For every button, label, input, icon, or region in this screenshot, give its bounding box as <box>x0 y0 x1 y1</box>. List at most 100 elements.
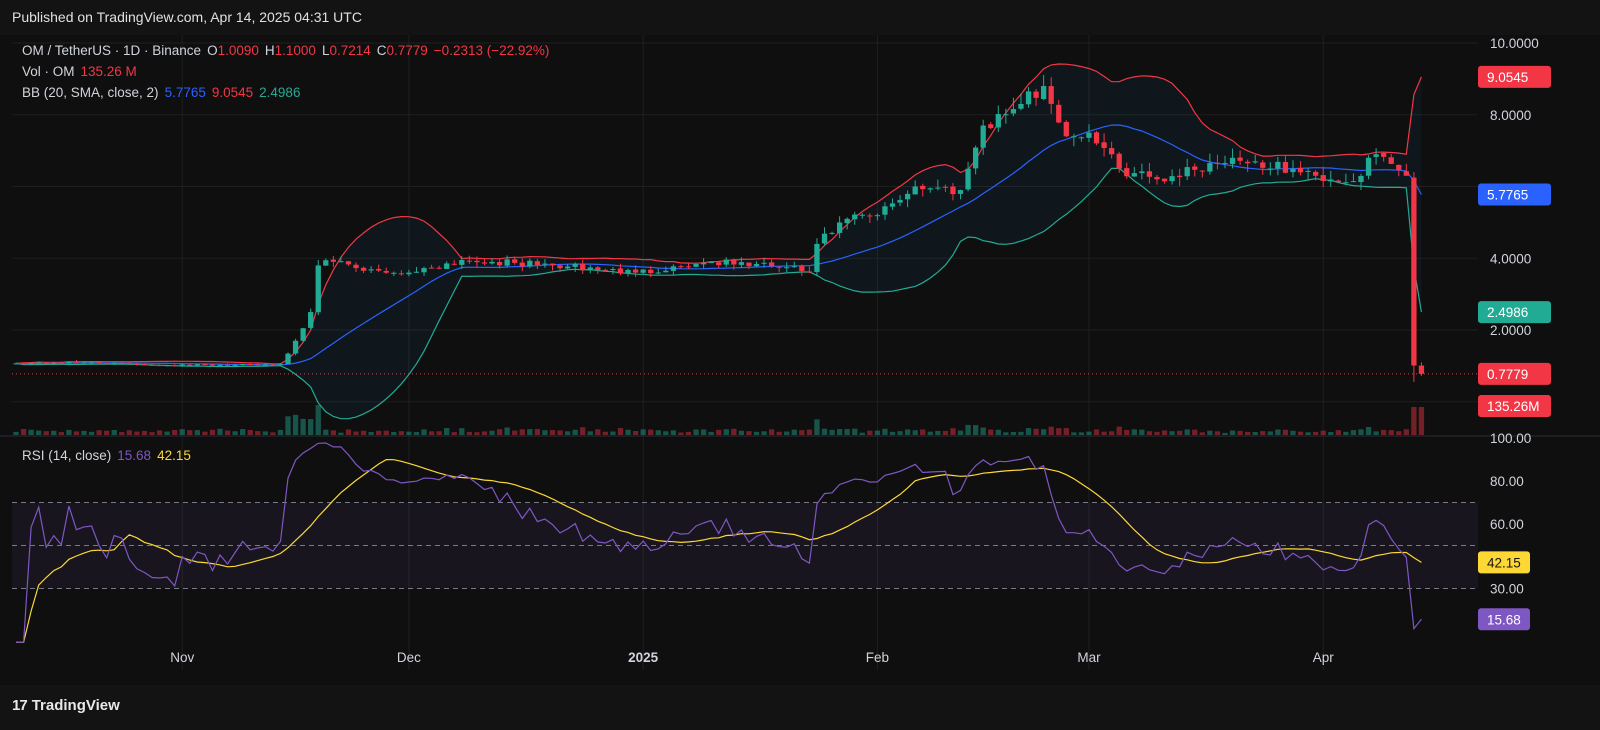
chart-canvas[interactable]: 10.0000 8.0000 4.0000 2.0000 9.0545 5.7765 2.4… <box>0 35 1600 685</box>
candle-body <box>640 269 646 273</box>
candle-body <box>217 364 223 366</box>
legend-rsi: RSI (14, close) 15.68 42.15 <box>22 448 197 463</box>
candle-body <box>512 259 518 263</box>
volume-bar <box>1365 426 1372 435</box>
tradingview-brand[interactable]: 17 TradingView <box>12 697 120 714</box>
volume-bar <box>693 429 699 435</box>
candle-body <box>859 214 865 216</box>
volume-bar <box>942 430 949 435</box>
candle-body <box>663 270 669 273</box>
candle-body <box>1267 168 1273 170</box>
legend-ohlc: OM / TetherUS · 1D · Binance O1.0090 H1.10… <box>22 43 555 58</box>
rsi-axis-tick: 60.00 <box>1490 517 1524 532</box>
candle-body <box>814 243 820 273</box>
volume-bar <box>300 418 306 435</box>
legend-bb-label: BB (20, SMA, close, 2) <box>22 85 159 100</box>
volume-bar <box>345 429 352 435</box>
candle-body <box>867 215 873 217</box>
candle-body <box>194 364 200 366</box>
candle-body <box>43 362 49 364</box>
candle-body <box>66 361 72 364</box>
candle-body <box>308 312 314 328</box>
legend-l-value: 0.7214 <box>329 43 371 58</box>
volume-bar <box>1192 429 1198 435</box>
candle-body <box>1003 114 1009 116</box>
volume-bar <box>1343 431 1349 435</box>
volume-bar <box>360 430 367 435</box>
volume-bar <box>1124 429 1130 435</box>
volume-bar <box>1063 428 1069 435</box>
time-axis-label: Mar <box>1077 650 1101 665</box>
volume-bar <box>564 431 571 435</box>
candle-body <box>980 125 986 148</box>
candle-body <box>1108 148 1115 155</box>
volume-bar <box>240 429 246 435</box>
volume-bar <box>791 429 797 435</box>
candle-body <box>708 261 714 264</box>
volume-bar <box>814 419 820 435</box>
volume-bar <box>882 428 888 435</box>
candle-body <box>224 364 231 366</box>
tradingview-logo-icon: 17 <box>12 697 28 714</box>
volume-bar <box>36 430 42 435</box>
volume-bar <box>81 430 87 435</box>
volume-bar <box>1305 432 1311 435</box>
candle-body <box>519 262 525 267</box>
candle-body <box>731 259 737 265</box>
volume-bar <box>678 432 684 435</box>
candle-body <box>1373 154 1379 157</box>
candle-body <box>277 364 284 366</box>
candle-body <box>1350 181 1357 183</box>
volume-bar <box>1290 430 1296 435</box>
volume-bar <box>134 431 140 435</box>
candle-body <box>1048 86 1054 104</box>
price-axis-tick: 4.0000 <box>1490 251 1531 266</box>
candle-body <box>360 267 367 271</box>
volume-bar <box>829 429 835 435</box>
candle-body <box>58 362 64 364</box>
candle-body <box>1131 173 1137 177</box>
volume-bar <box>663 431 669 435</box>
candle-body <box>20 363 27 365</box>
volume-bar <box>580 427 586 435</box>
volume-bar <box>43 431 49 435</box>
volume-bar <box>338 432 344 435</box>
candle-body <box>1297 167 1304 173</box>
time-axis-label: Feb <box>866 650 889 665</box>
volume-bar <box>1108 431 1115 435</box>
candle-body <box>134 363 140 365</box>
volume-bar <box>1056 428 1062 435</box>
volume-bar <box>602 431 609 435</box>
candle-body <box>595 267 601 271</box>
candle-body <box>187 364 193 366</box>
volume-bar <box>1237 430 1243 435</box>
volume-bar <box>1169 431 1175 435</box>
volume-bar <box>391 431 397 435</box>
candle-body <box>700 262 707 265</box>
candle-body <box>587 267 593 271</box>
legend-h-label: H <box>264 43 275 58</box>
volume-bar <box>179 429 185 435</box>
volume-bar <box>1025 428 1032 435</box>
candle-body <box>542 263 548 265</box>
candle-body <box>398 273 405 275</box>
candle-body <box>489 261 495 264</box>
candle-body <box>1161 178 1168 182</box>
candle-body <box>13 363 19 365</box>
volume-bar <box>368 432 374 435</box>
candle-body <box>1237 157 1243 161</box>
legend-rsi-label: RSI (14, close) <box>22 448 112 463</box>
candle-body <box>459 260 465 265</box>
chart-frame[interactable]: 10.0000 8.0000 4.0000 2.0000 9.0545 5.7765 2.4… <box>0 35 1600 685</box>
candle-body <box>1290 168 1296 173</box>
volume-bar <box>867 430 873 435</box>
published-caption: Published on TradingView.com, Apr 14, 20… <box>12 9 362 25</box>
candle-body <box>610 269 616 271</box>
candle-body <box>285 353 291 365</box>
candle-body <box>897 199 903 203</box>
candle-body <box>1222 162 1228 164</box>
volume-bar <box>1146 431 1153 435</box>
candle-body <box>1078 137 1085 139</box>
volume-bar <box>1267 431 1273 435</box>
volume-bar <box>323 429 329 435</box>
